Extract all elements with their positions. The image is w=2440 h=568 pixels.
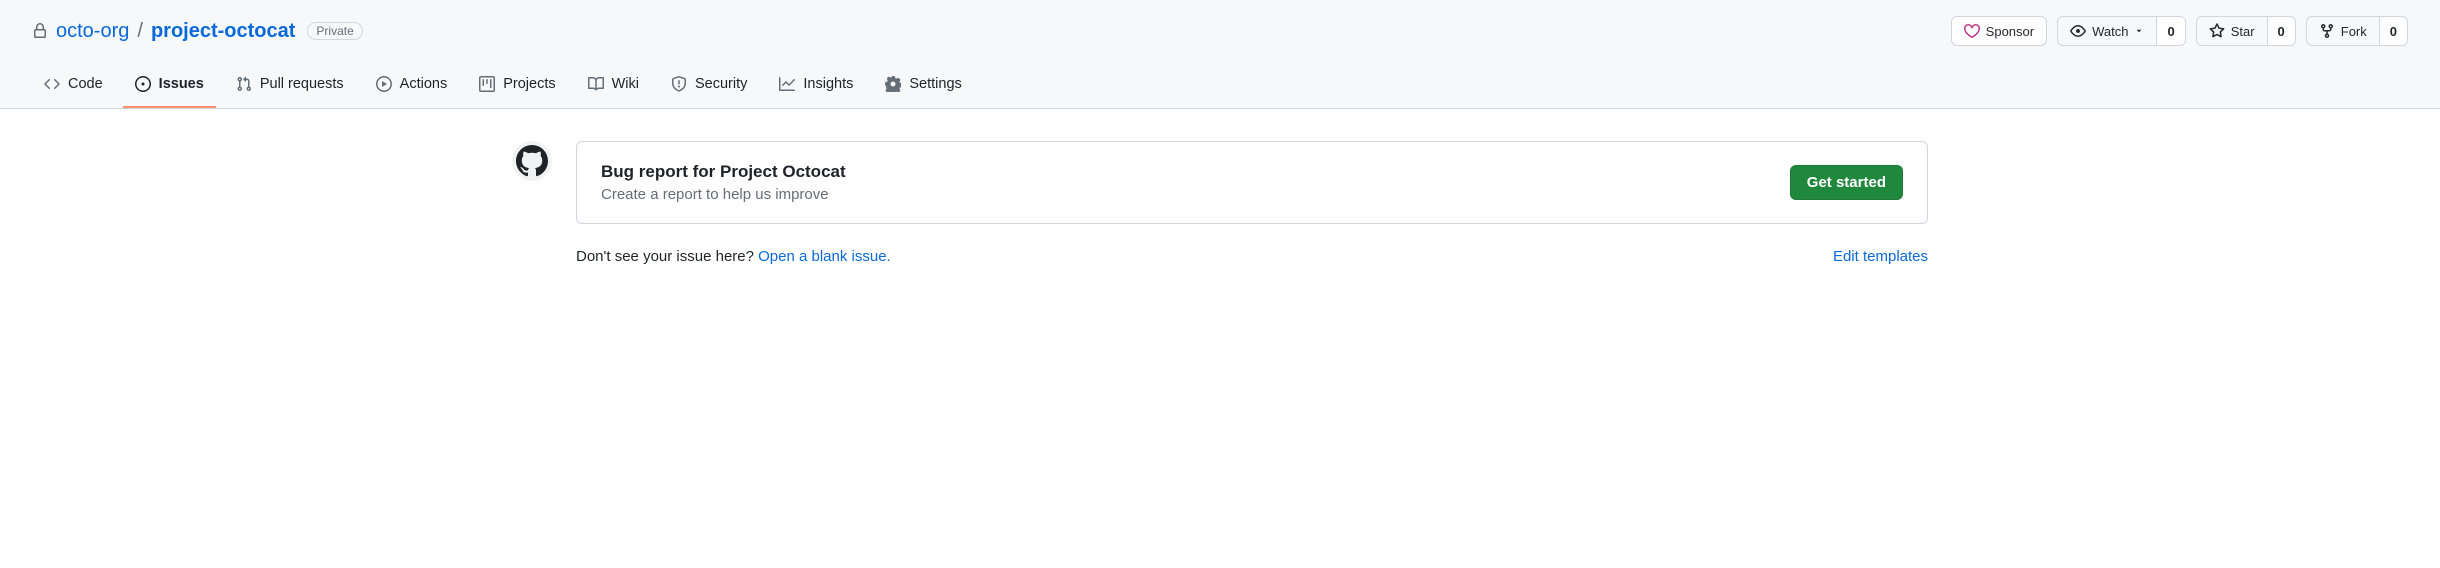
watch-label: Watch [2092, 24, 2128, 39]
tab-projects[interactable]: Projects [467, 66, 567, 108]
gear-icon [885, 76, 901, 92]
play-icon [376, 76, 392, 92]
graph-icon [779, 76, 795, 92]
sponsor-label: Sponsor [1986, 24, 2034, 39]
tab-settings[interactable]: Settings [873, 66, 973, 108]
template-title: Bug report for Project Octocat [601, 162, 846, 182]
edit-templates-link[interactable]: Edit templates [1833, 248, 1928, 265]
tab-actions-label: Actions [400, 76, 448, 92]
tab-security-label: Security [695, 76, 747, 92]
star-icon [2209, 23, 2225, 39]
star-count[interactable]: 0 [2268, 16, 2296, 46]
template-description: Create a report to help us improve [601, 186, 846, 203]
watch-group: Watch 0 [2057, 16, 2186, 46]
star-group: Star 0 [2196, 16, 2296, 46]
tab-wiki[interactable]: Wiki [576, 66, 651, 108]
sponsor-button[interactable]: Sponsor [1951, 16, 2047, 46]
tab-pr-label: Pull requests [260, 76, 344, 92]
fork-button[interactable]: Fork [2306, 16, 2380, 46]
fork-label: Fork [2341, 24, 2367, 39]
tab-projects-label: Projects [503, 76, 555, 92]
fork-group: Fork 0 [2306, 16, 2408, 46]
avatar [512, 141, 552, 181]
star-label: Star [2231, 24, 2255, 39]
eye-icon [2070, 23, 2086, 39]
heart-icon [1964, 23, 1980, 39]
tab-issues-label: Issues [159, 76, 204, 92]
tab-issues[interactable]: Issues [123, 66, 216, 108]
open-blank-issue-link[interactable]: Open a blank issue. [758, 248, 891, 265]
octocat-icon [516, 145, 548, 177]
project-icon [479, 76, 495, 92]
code-icon [44, 76, 60, 92]
star-button[interactable]: Star [2196, 16, 2268, 46]
fork-icon [2319, 23, 2335, 39]
tab-security[interactable]: Security [659, 66, 759, 108]
repo-title: octo-org / project-octocat Private [32, 20, 363, 43]
tab-pull-requests[interactable]: Pull requests [224, 66, 356, 108]
fork-count[interactable]: 0 [2380, 16, 2408, 46]
tab-actions[interactable]: Actions [364, 66, 460, 108]
repo-link[interactable]: project-octocat [151, 20, 295, 43]
book-icon [588, 76, 604, 92]
tab-insights[interactable]: Insights [767, 66, 865, 108]
watch-count[interactable]: 0 [2157, 16, 2185, 46]
separator: / [137, 20, 143, 43]
repo-nav: Code Issues Pull requests Actions Projec… [32, 66, 2408, 108]
chevron-down-icon [2134, 26, 2144, 36]
tab-wiki-label: Wiki [612, 76, 639, 92]
shield-icon [671, 76, 687, 92]
tab-code-label: Code [68, 76, 103, 92]
tab-settings-label: Settings [909, 76, 961, 92]
tab-code[interactable]: Code [32, 66, 115, 108]
get-started-button[interactable]: Get started [1790, 165, 1903, 200]
tab-insights-label: Insights [803, 76, 853, 92]
pull-request-icon [236, 76, 252, 92]
visibility-badge: Private [307, 22, 362, 40]
issue-icon [135, 76, 151, 92]
owner-link[interactable]: octo-org [56, 20, 129, 43]
watch-button[interactable]: Watch [2057, 16, 2157, 46]
issue-template-card: Bug report for Project Octocat Create a … [576, 141, 1928, 224]
blank-issue-prompt: Don't see your issue here? Open a blank … [576, 248, 891, 265]
lock-icon [32, 23, 48, 39]
